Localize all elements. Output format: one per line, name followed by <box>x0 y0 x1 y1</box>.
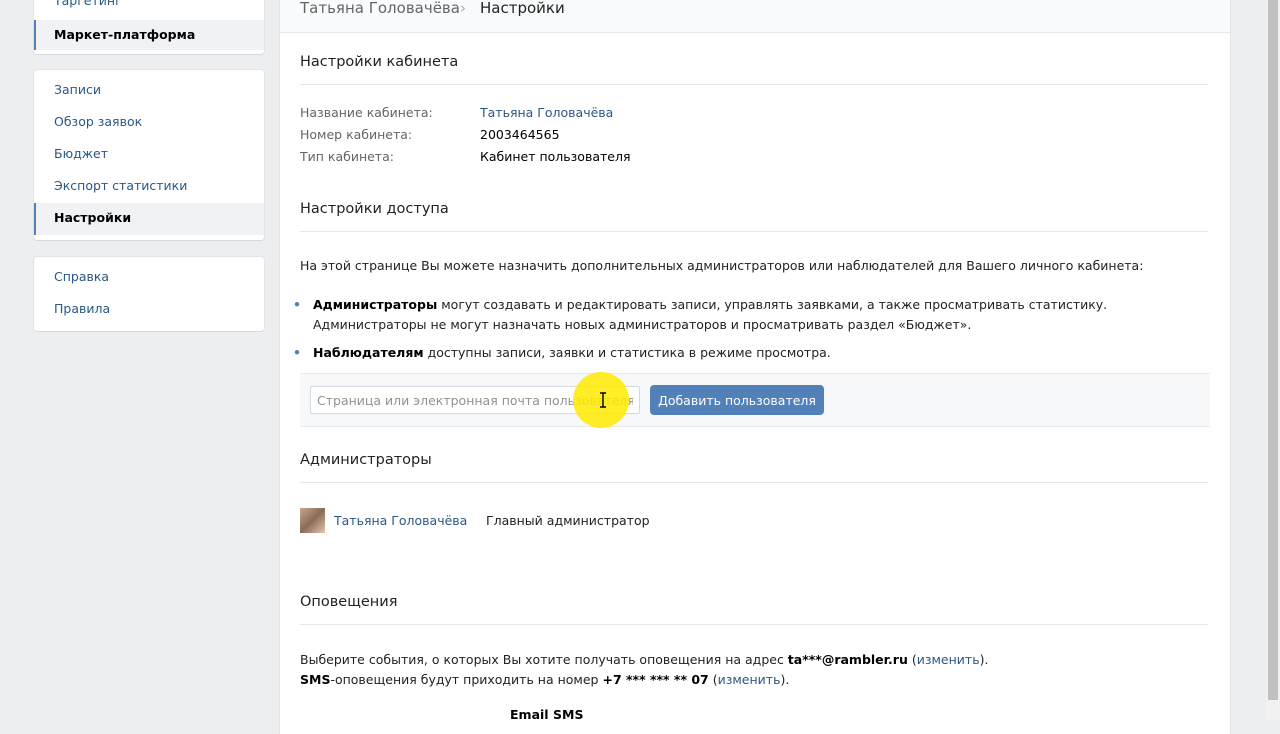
observers-bold-label: Наблюдателям <box>313 345 424 360</box>
admins-text-line2: Администраторы не могут назначать новых … <box>313 317 972 332</box>
notify-sms-line: SMS-оповещения будут приходить на номер … <box>300 672 789 687</box>
notify-email-paren-close: ). <box>979 652 989 667</box>
add-user-button[interactable]: Добавить пользователя <box>650 385 824 415</box>
cabinet-type-value: Кабинет пользователя <box>480 149 631 164</box>
bullet-icon: • <box>293 297 301 312</box>
admins-bold-label: Администраторы <box>313 297 438 312</box>
sidebar-item-market-platform[interactable]: Маркет-платформа <box>34 20 264 50</box>
breadcrumb: Татьяна Головачёва › Настройки <box>280 0 1230 33</box>
scrollbar[interactable] <box>1266 0 1280 720</box>
cabinet-name-label: Название кабинета: <box>300 105 433 120</box>
sidebar-item-settings[interactable]: Настройки <box>34 203 264 235</box>
sidebar-block-main: Таргетинг Маркет-платформа <box>34 0 264 54</box>
sidebar-item-help[interactable]: Справка <box>34 262 264 294</box>
admins-description: • Администраторы могут создавать и редак… <box>293 295 1193 335</box>
observers-text: доступны записи, заявки и статистика в р… <box>423 345 831 360</box>
sidebar-item-posts[interactable]: Записи <box>34 75 264 107</box>
notify-email-paren-open: ( <box>907 652 917 667</box>
notify-email-line: Выберите события, о которых Вы хотите по… <box>300 652 988 667</box>
notify-phone: +7 *** *** ** 07 <box>602 672 709 687</box>
sidebar-block-cabinet: Записи Обзор заявок Бюджет Экспорт стати… <box>34 70 264 240</box>
change-email-link[interactable]: изменить <box>917 652 980 667</box>
notify-sms-paren-close: ). <box>780 672 790 687</box>
sidebar-item-budget[interactable]: Бюджет <box>34 139 264 171</box>
bullet-icon: • <box>293 345 301 360</box>
notify-sms-paren-open: ( <box>708 672 718 687</box>
cabinet-number-value: 2003464565 <box>480 127 560 142</box>
sidebar-block-help: Справка Правила <box>34 257 264 331</box>
cabinet-type-label: Тип кабинета: <box>300 149 394 164</box>
admins-text-line1: могут создавать и редактировать записи, … <box>437 297 1108 312</box>
access-settings-title: Настройки доступа <box>300 201 1208 232</box>
administrators-title: Администраторы <box>300 452 1208 483</box>
text-cursor-icon <box>600 392 606 408</box>
observers-description: • Наблюдателям доступны записи, заявки и… <box>293 343 1193 363</box>
cabinet-name-link[interactable]: Татьяна Головачёва <box>480 105 613 120</box>
change-phone-link[interactable]: изменить <box>718 672 781 687</box>
sidebar-item-export-stats[interactable]: Экспорт статистики <box>34 171 264 203</box>
sidebar-item-rules[interactable]: Правила <box>34 294 264 326</box>
admin-list-item: Татьяна Головачёва Главный администратор <box>300 508 900 534</box>
access-intro-text: На этой странице Вы можете назначить доп… <box>300 258 1144 273</box>
notify-sms-label: SMS <box>300 672 331 687</box>
notifications-title: Оповещения <box>300 594 1208 625</box>
cabinet-settings-title: Настройки кабинета <box>300 54 1208 85</box>
sidebar-item-targeting[interactable]: Таргетинг <box>34 0 264 20</box>
notify-email-address: ta***@rambler.ru <box>787 652 908 667</box>
sidebar-item-requests[interactable]: Обзор заявок <box>34 107 264 139</box>
settings-panel: Татьяна Головачёва › Настройки Настройки… <box>280 0 1230 734</box>
admin-name-link[interactable]: Татьяна Головачёва <box>334 513 467 528</box>
add-user-bar: Добавить пользователя <box>300 373 1210 427</box>
chevron-right-icon: › <box>460 0 466 17</box>
avatar[interactable] <box>300 508 325 533</box>
breadcrumb-parent-link[interactable]: Татьяна Головачёва <box>300 0 460 17</box>
admin-role: Главный администратор <box>486 513 650 528</box>
notify-sms-prefix: -оповещения будут приходить на номер <box>330 672 603 687</box>
breadcrumb-current: Настройки <box>480 0 565 17</box>
scrollbar-thumb[interactable] <box>1268 0 1278 700</box>
notify-email-prefix: Выберите события, о которых Вы хотите по… <box>300 652 788 667</box>
cabinet-number-label: Номер кабинета: <box>300 127 413 142</box>
